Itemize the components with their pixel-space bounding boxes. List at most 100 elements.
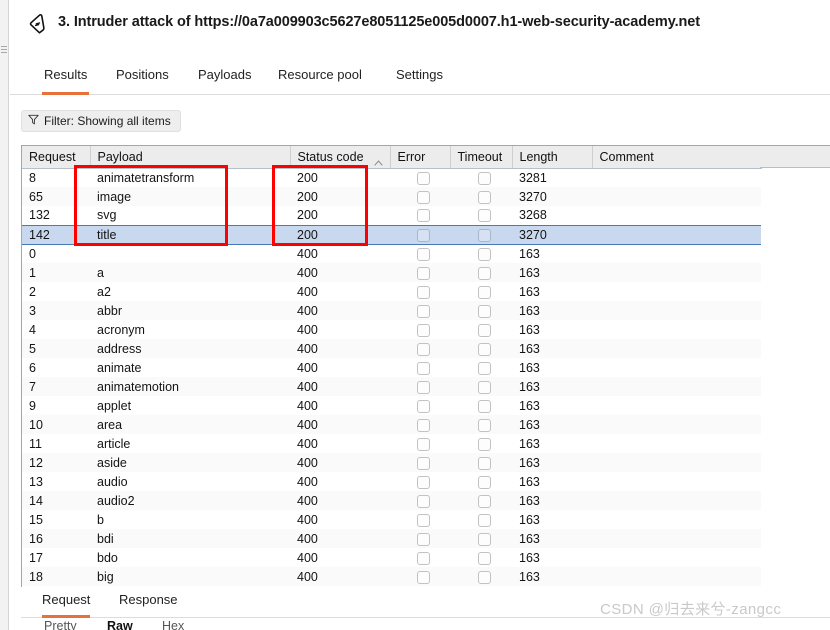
table-row[interactable]: 0 400 163 xyxy=(22,244,761,263)
column-header-payload[interactable]: Payload xyxy=(90,146,291,169)
timeout-checkbox[interactable] xyxy=(478,247,491,261)
timeout-checkbox[interactable] xyxy=(478,532,491,546)
timeout-checkbox[interactable] xyxy=(478,361,491,375)
cell-length: 163 xyxy=(512,548,592,567)
table-row[interactable]: 2 a2 400 163 xyxy=(22,282,761,301)
error-checkbox[interactable] xyxy=(417,361,430,375)
table-row[interactable]: 1 a 400 163 xyxy=(22,263,761,282)
error-checkbox[interactable] xyxy=(417,266,430,280)
column-header-length[interactable]: Length xyxy=(512,146,593,169)
error-checkbox[interactable] xyxy=(417,380,430,394)
timeout-checkbox[interactable] xyxy=(478,323,491,337)
error-checkbox[interactable] xyxy=(417,532,430,546)
cell-payload: svg xyxy=(90,206,290,225)
cell-request: 16 xyxy=(22,529,90,548)
column-header-error[interactable]: Error xyxy=(390,146,451,169)
error-checkbox[interactable] xyxy=(417,190,430,204)
table-row[interactable]: 18 big 400 163 xyxy=(22,567,761,586)
table-row[interactable]: 14 audio2 400 163 xyxy=(22,491,761,510)
error-checkbox[interactable] xyxy=(417,247,430,261)
timeout-checkbox[interactable] xyxy=(478,456,491,470)
tab-positions[interactable]: Positions xyxy=(114,62,171,95)
tab-resource-pool[interactable]: Resource pool xyxy=(276,62,364,95)
error-checkbox[interactable] xyxy=(417,456,430,470)
timeout-checkbox[interactable] xyxy=(478,494,491,508)
window-resize-grip[interactable] xyxy=(1,46,7,56)
table-row[interactable]: 4 acronym 400 163 xyxy=(22,320,761,339)
column-header-status-code[interactable]: Status code xyxy=(290,146,391,169)
tab-payloads[interactable]: Payloads xyxy=(196,62,253,95)
timeout-checkbox[interactable] xyxy=(478,304,491,318)
timeout-checkbox[interactable] xyxy=(478,418,491,432)
table-row[interactable]: 6 animate 400 163 xyxy=(22,358,761,377)
table-row[interactable]: 13 audio 400 163 xyxy=(22,472,761,491)
error-checkbox[interactable] xyxy=(417,513,430,527)
filter-button[interactable]: Filter: Showing all items xyxy=(21,110,181,132)
error-checkbox[interactable] xyxy=(417,209,430,223)
error-checkbox[interactable] xyxy=(417,494,430,508)
table-row[interactable]: 11 article 400 163 xyxy=(22,434,761,453)
column-header-request[interactable]: Request xyxy=(22,146,91,169)
subtab-raw[interactable]: Raw xyxy=(107,619,133,630)
cell-payload: a2 xyxy=(90,282,290,301)
timeout-checkbox[interactable] xyxy=(478,228,491,242)
table-row[interactable]: 15 b 400 163 xyxy=(22,510,761,529)
cell-comment xyxy=(592,377,761,396)
tab-request[interactable]: Request xyxy=(42,588,91,618)
error-checkbox[interactable] xyxy=(417,570,430,584)
table-row[interactable]: 142 title 200 3270 xyxy=(22,224,761,245)
timeout-checkbox[interactable] xyxy=(478,380,491,394)
timeout-checkbox[interactable] xyxy=(478,437,491,451)
timeout-checkbox[interactable] xyxy=(478,342,491,356)
column-header-timeout[interactable]: Timeout xyxy=(450,146,513,169)
timeout-checkbox[interactable] xyxy=(478,285,491,299)
timeout-checkbox[interactable] xyxy=(478,570,491,584)
cell-payload: area xyxy=(90,415,290,434)
cell-request: 132 xyxy=(22,206,90,225)
cell-error xyxy=(390,168,450,187)
error-checkbox[interactable] xyxy=(417,342,430,356)
table-row[interactable]: 17 bdo 400 163 xyxy=(22,548,761,567)
table-row[interactable]: 12 aside 400 163 xyxy=(22,453,761,472)
error-checkbox[interactable] xyxy=(417,304,430,318)
error-checkbox[interactable] xyxy=(417,228,430,242)
table-row[interactable]: 10 area 400 163 xyxy=(22,415,761,434)
cell-error xyxy=(390,282,450,301)
table-row[interactable]: 5 address 400 163 xyxy=(22,339,761,358)
timeout-checkbox[interactable] xyxy=(478,171,491,185)
column-header-comment[interactable]: Comment xyxy=(592,146,762,169)
cell-comment xyxy=(592,415,761,434)
table-row[interactable]: 132 svg 200 3268 xyxy=(22,206,761,225)
subtab-pretty[interactable]: Pretty xyxy=(44,619,77,630)
timeout-checkbox[interactable] xyxy=(478,266,491,280)
timeout-checkbox[interactable] xyxy=(478,513,491,527)
table-row[interactable]: 3 abbr 400 163 xyxy=(22,301,761,320)
tab-settings[interactable]: Settings xyxy=(394,62,445,95)
error-checkbox[interactable] xyxy=(417,418,430,432)
tab-response[interactable]: Response xyxy=(119,588,178,618)
error-checkbox[interactable] xyxy=(417,475,430,489)
table-row[interactable]: 16 bdi 400 163 xyxy=(22,529,761,548)
table-row[interactable]: 65 image 200 3270 xyxy=(22,187,761,206)
table-row[interactable]: 7 animatemotion 400 163 xyxy=(22,377,761,396)
error-checkbox[interactable] xyxy=(417,171,430,185)
tab-results[interactable]: Results xyxy=(42,62,90,95)
timeout-checkbox[interactable] xyxy=(478,399,491,413)
attack-results-table-container[interactable]: Request Payload Status code Error Timeou… xyxy=(21,145,830,587)
timeout-checkbox[interactable] xyxy=(478,551,491,565)
error-checkbox[interactable] xyxy=(417,551,430,565)
column-label: Payload xyxy=(97,149,143,164)
timeout-checkbox[interactable] xyxy=(478,190,491,204)
cell-request: 65 xyxy=(22,187,90,206)
timeout-checkbox[interactable] xyxy=(478,209,491,223)
cell-error xyxy=(390,567,450,586)
subtab-hex[interactable]: Hex xyxy=(162,619,184,630)
error-checkbox[interactable] xyxy=(417,437,430,451)
error-checkbox[interactable] xyxy=(417,323,430,337)
table-row[interactable]: 9 applet 400 163 xyxy=(22,396,761,415)
timeout-checkbox[interactable] xyxy=(478,475,491,489)
error-checkbox[interactable] xyxy=(417,285,430,299)
error-checkbox[interactable] xyxy=(417,399,430,413)
cell-request: 9 xyxy=(22,396,90,415)
table-row[interactable]: 8 animatetransform 200 3281 xyxy=(22,168,761,187)
